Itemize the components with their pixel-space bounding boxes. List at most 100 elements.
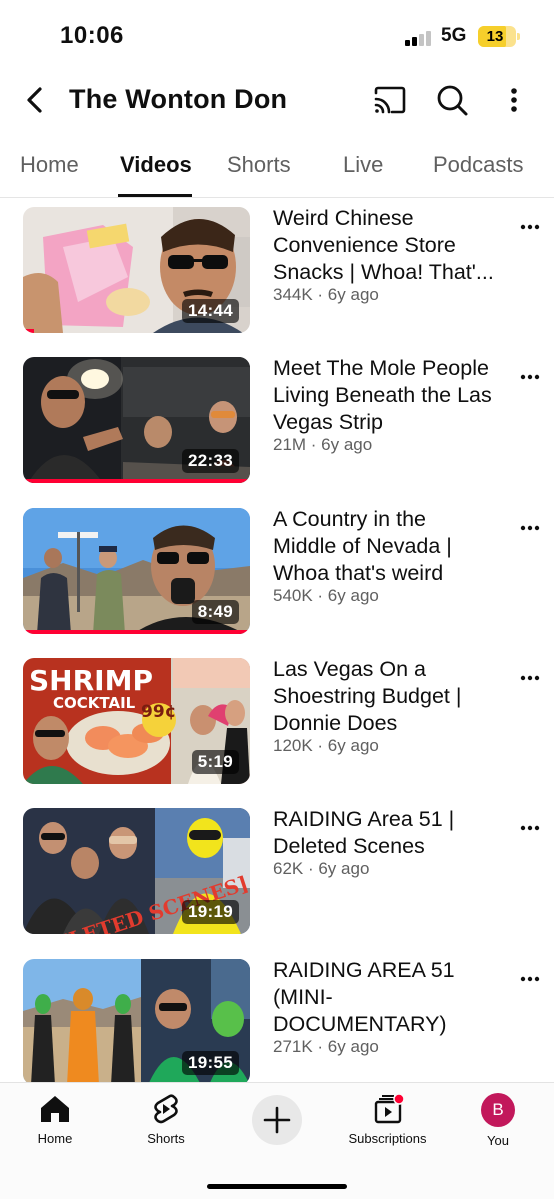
video-more-button[interactable] [514,967,544,991]
video-title-line: RAIDING AREA 51 [273,958,455,982]
cast-button[interactable] [370,80,410,120]
video-title[interactable]: Meet The Mole People Living Beneath the … [273,355,513,436]
video-title-line: Donnie Does [273,711,398,735]
nav-label: Subscriptions [348,1131,427,1146]
video-thumbnail[interactable]: 8:49 [23,508,250,634]
bottom-navigation: Home Shorts Subscriptions B You [0,1082,554,1199]
search-button[interactable] [432,80,472,120]
video-duration: 19:55 [182,1051,239,1075]
video-title-line: Deleted Scenes [273,834,425,858]
video-item[interactable]: 19:55 RAIDING AREA 51 (MINI- DOCUMENTARY… [0,951,554,1082]
video-item[interactable]: SHRIMP COCKTAIL 99¢ 5:19 Las Vegas On a … [0,650,554,785]
status-time: 10:06 [60,22,124,49]
video-thumbnail[interactable]: SHRIMP COCKTAIL 99¢ 5:19 [23,658,250,784]
video-more-button[interactable] [514,215,544,239]
video-thumbnail[interactable]: [DELETED SCENES] 19:19 [23,808,250,934]
more-horizontal-icon [520,525,540,531]
nav-label: Shorts [147,1131,185,1146]
channel-tabs: Home Videos Shorts Live Podcasts [0,138,554,198]
tab-videos[interactable]: Videos [120,152,192,178]
video-more-button[interactable] [514,365,544,389]
watch-progress-bar [23,630,250,634]
nav-label: Home [37,1131,73,1146]
video-meta: 540K · 6y ago [273,586,379,605]
video-meta: 344K · 6y ago [273,285,379,304]
video-list[interactable]: 14:44 Weird Chinese Convenience Store Sn… [0,199,554,1082]
nav-shorts[interactable]: Shorts [136,1093,196,1146]
more-options-button[interactable] [494,80,534,120]
video-item[interactable]: 8:49 A Country in the Middle of Nevada |… [0,500,554,635]
nav-you[interactable]: B You [468,1093,528,1148]
search-icon [437,85,468,116]
thumbnail-text: COCKTAIL [53,694,136,712]
video-duration: 14:44 [182,299,239,323]
video-title[interactable]: Las Vegas On a Shoestring Budget | Donni… [273,656,513,737]
tab-shorts[interactable]: Shorts [227,152,291,178]
avatar: B [481,1093,515,1127]
video-title-line: Meet The Mole People [273,356,489,380]
back-button[interactable] [18,82,54,118]
battery-level: 13 [486,28,504,45]
video-item[interactable]: 22:33 Meet The Mole People Living Beneat… [0,349,554,484]
video-title-line: Vegas Strip [273,410,383,434]
nav-label: You [487,1133,509,1148]
video-title-line: DOCUMENTARY) [273,1012,447,1036]
nav-home[interactable]: Home [25,1093,85,1146]
thumbnail-text: SHRIMP [29,664,153,697]
home-indicator [207,1184,347,1189]
more-horizontal-icon [520,374,540,380]
video-duration: 19:19 [182,900,239,924]
video-title[interactable]: RAIDING Area 51 | Deleted Scenes [273,806,513,860]
video-title-line: Convenience Store [273,233,456,257]
home-icon [41,1096,69,1122]
video-thumbnail[interactable]: 22:33 [23,357,250,483]
video-more-button[interactable] [514,516,544,540]
thumbnail-price: 99¢ [141,702,177,722]
video-more-button[interactable] [514,666,544,690]
signal-icon [405,30,435,46]
cast-icon [374,86,406,114]
video-meta: 62K · 6y ago [273,859,370,878]
video-title-line: (MINI- [273,985,333,1009]
video-item[interactable]: 14:44 Weird Chinese Convenience Store Sn… [0,199,554,334]
more-horizontal-icon [520,976,540,982]
tab-live[interactable]: Live [343,152,383,178]
video-title-line: Middle of Nevada | [273,534,452,558]
shorts-icon [154,1094,178,1124]
video-duration: 8:49 [191,600,239,624]
video-meta: 271K · 6y ago [273,1037,379,1056]
video-title-line: Living Beneath the Las [273,383,492,407]
tab-home[interactable]: Home [20,152,79,178]
video-more-button[interactable] [514,816,544,840]
nav-subscriptions[interactable]: Subscriptions [340,1093,435,1146]
active-tab-indicator [118,194,192,197]
watch-progress-bar [23,479,250,483]
video-thumbnail[interactable]: 14:44 [23,207,250,333]
video-thumbnail[interactable]: 19:55 [23,959,250,1082]
video-item[interactable]: [DELETED SCENES] 19:19 RAIDING Area 51 |… [0,800,554,935]
chevron-left-icon [27,87,42,113]
video-title-line: Weird Chinese [273,206,414,230]
channel-header: The Wonton Don [0,70,554,130]
more-vertical-icon [511,88,517,112]
video-duration: 22:33 [182,449,239,473]
video-title[interactable]: RAIDING AREA 51 (MINI- DOCUMENTARY) [273,957,513,1038]
video-meta: 21M · 6y ago [273,435,373,454]
channel-title: The Wonton Don [69,84,288,114]
tab-podcasts[interactable]: Podcasts [433,152,524,178]
video-title-line: Las Vegas On a [273,657,426,681]
battery-icon: 13 [478,26,520,47]
subscriptions-icon [374,1093,405,1124]
more-horizontal-icon [520,675,540,681]
video-title-line: Whoa that's weird [273,561,444,585]
video-title-line: A Country in the [273,507,426,531]
video-meta: 120K · 6y ago [273,736,379,755]
more-horizontal-icon [520,224,540,230]
create-button[interactable] [252,1095,302,1145]
video-duration: 5:19 [191,750,239,774]
status-bar: 10:06 5G 13 [0,0,554,70]
video-title[interactable]: Weird Chinese Convenience Store Snacks |… [273,205,513,286]
more-horizontal-icon [520,825,540,831]
video-title[interactable]: A Country in the Middle of Nevada | Whoa… [273,506,513,587]
network-type: 5G [441,25,467,46]
